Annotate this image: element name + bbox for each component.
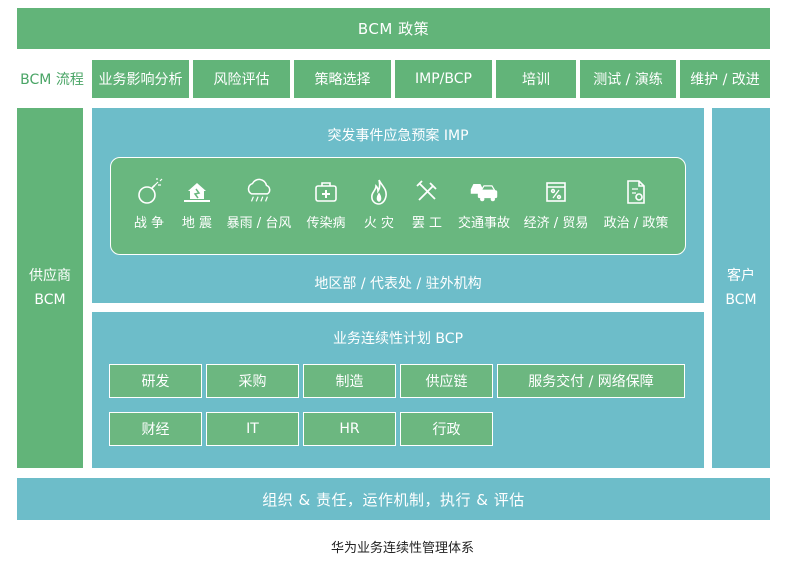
organization-text: 组织 & 责任，运作机制，执行 & 评估 bbox=[262, 490, 525, 509]
risk-fire[interactable]: 火 灾 bbox=[357, 158, 401, 256]
process-step-label: 业务影响分析 bbox=[98, 72, 183, 88]
policy-document-icon bbox=[621, 178, 651, 206]
customer-label: 客户 bbox=[727, 268, 755, 284]
risk-label: 政治 / 政策 bbox=[603, 216, 669, 231]
bcp-item-label: 行政 bbox=[432, 422, 461, 438]
risk-label: 地 震 bbox=[181, 216, 213, 231]
bcp-item-procurement[interactable]: 采购 bbox=[206, 364, 299, 398]
imp-title: 突发事件应急预案 IMP bbox=[327, 128, 469, 144]
percent-calendar-icon bbox=[541, 178, 571, 206]
supplier-label: 供应商 bbox=[29, 268, 71, 284]
bcp-item-rd[interactable]: 研发 bbox=[109, 364, 202, 398]
risk-epidemic[interactable]: 传染病 bbox=[301, 158, 351, 256]
earthquake-house-icon bbox=[182, 178, 212, 206]
fire-icon bbox=[364, 178, 394, 206]
risk-war[interactable]: 战 争 bbox=[127, 158, 171, 256]
bcp-item-label: 制造 bbox=[335, 374, 364, 390]
bomb-icon bbox=[134, 178, 164, 206]
customer-bcm-label: BCM bbox=[725, 292, 757, 308]
supplier-bcm-label: BCM bbox=[34, 292, 66, 308]
first-aid-kit-icon bbox=[311, 178, 341, 206]
process-step-label: 策略选择 bbox=[314, 72, 371, 88]
risk-label: 罢 工 bbox=[411, 216, 443, 231]
process-label: BCM 流程 bbox=[20, 72, 84, 88]
bcp-item-hr[interactable]: HR bbox=[303, 412, 396, 446]
bcp-item-label: 采购 bbox=[238, 374, 267, 390]
policy-bar: BCM 政策 bbox=[17, 8, 770, 49]
process-step-label: 测试 / 演练 bbox=[593, 72, 663, 88]
risk-label: 传染病 bbox=[306, 216, 346, 231]
process-step-label: IMP/BCP bbox=[415, 71, 472, 87]
bcp-item-supply-chain[interactable]: 供应链 bbox=[400, 364, 493, 398]
process-step-label: 培训 bbox=[522, 72, 550, 88]
crossed-tools-icon bbox=[412, 178, 442, 206]
risk-economy-trade[interactable]: 经济 / 贸易 bbox=[521, 158, 591, 256]
bcp-item-finance[interactable]: 财经 bbox=[109, 412, 202, 446]
policy-title: BCM 政策 bbox=[357, 20, 430, 38]
imp-footer: 地区部 / 代表处 / 驻外机构 bbox=[314, 276, 482, 292]
bcp-item-service-delivery[interactable]: 服务交付 / 网络保障 bbox=[497, 364, 685, 398]
storm-cloud-icon bbox=[244, 178, 274, 206]
bcp-item-label: IT bbox=[246, 421, 259, 437]
process-step-imp-bcp[interactable]: IMP/BCP bbox=[395, 60, 492, 98]
process-step-label: 风险评估 bbox=[213, 72, 270, 88]
risk-label: 交通事故 bbox=[457, 216, 510, 231]
car-crash-icon bbox=[469, 178, 499, 206]
bcp-item-label: 供应链 bbox=[425, 374, 468, 390]
bcp-item-it[interactable]: IT bbox=[206, 412, 299, 446]
process-step-bia[interactable]: 业务影响分析 bbox=[92, 60, 189, 98]
bcp-title: 业务连续性计划 BCP bbox=[332, 331, 464, 347]
risk-label: 火 灾 bbox=[363, 216, 395, 231]
risk-politics-policy[interactable]: 政治 / 政策 bbox=[601, 158, 671, 256]
figure-caption: 华为业务连续性管理体系 bbox=[330, 541, 474, 556]
process-step-test-drill[interactable]: 测试 / 演练 bbox=[580, 60, 676, 98]
risk-label: 战 争 bbox=[133, 216, 165, 231]
bcp-item-label: 研发 bbox=[141, 374, 170, 390]
risk-label: 暴雨 / 台风 bbox=[226, 216, 292, 231]
risk-panel: 战 争 地 震 暴雨 / 台风 传染病 火 灾 罢 工 交通事故 经济 / 贸易… bbox=[110, 157, 686, 255]
risk-storm-typhoon[interactable]: 暴雨 / 台风 bbox=[223, 158, 295, 256]
organization-bar: 组织 & 责任，运作机制，执行 & 评估 bbox=[17, 478, 770, 520]
bcp-item-admin[interactable]: 行政 bbox=[400, 412, 493, 446]
supplier-bcm: 供应商 BCM bbox=[17, 108, 83, 468]
risk-earthquake[interactable]: 地 震 bbox=[175, 158, 219, 256]
process-step-risk-assessment[interactable]: 风险评估 bbox=[193, 60, 290, 98]
bcp-item-manufacturing[interactable]: 制造 bbox=[303, 364, 396, 398]
bcp-item-label: 服务交付 / 网络保障 bbox=[528, 374, 654, 390]
bcp-item-label: HR bbox=[339, 421, 360, 437]
risk-label: 经济 / 贸易 bbox=[523, 216, 589, 231]
risk-strike[interactable]: 罢 工 bbox=[405, 158, 449, 256]
process-step-label: 维护 / 改进 bbox=[690, 72, 760, 88]
bcp-item-label: 财经 bbox=[141, 422, 170, 438]
customer-bcm: 客户 BCM bbox=[712, 108, 770, 468]
process-step-training[interactable]: 培训 bbox=[496, 60, 576, 98]
risk-traffic-accident[interactable]: 交通事故 bbox=[453, 158, 515, 256]
process-step-maintain-improve[interactable]: 维护 / 改进 bbox=[680, 60, 770, 98]
process-step-strategy[interactable]: 策略选择 bbox=[294, 60, 391, 98]
